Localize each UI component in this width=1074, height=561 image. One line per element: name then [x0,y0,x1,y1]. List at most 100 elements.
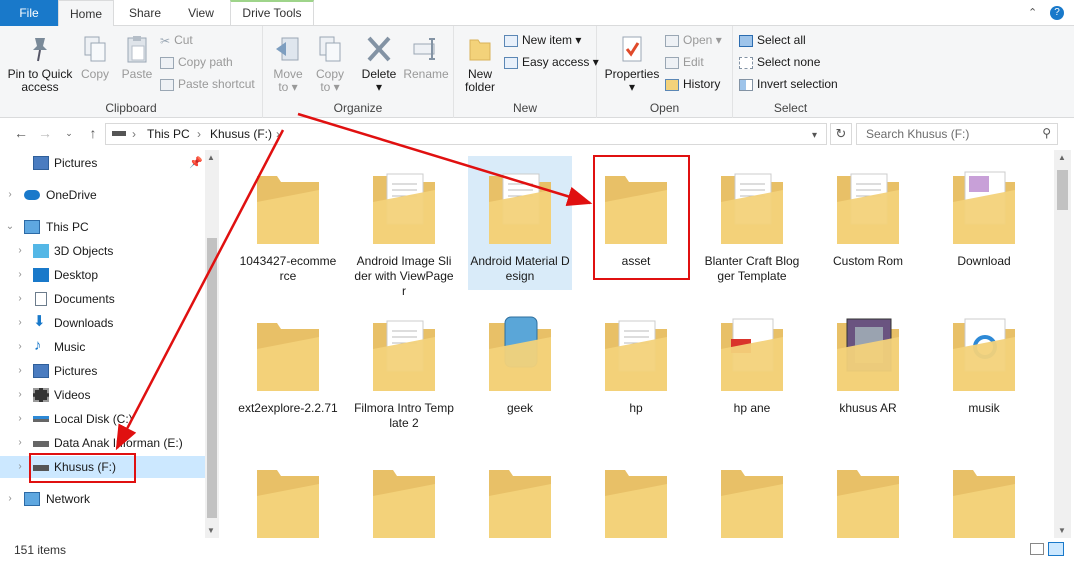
nav-item-3d-objects[interactable]: › 3D Objects [0,240,205,262]
search-box[interactable]: Search Khusus (F:) ⚲ [856,123,1058,145]
folder-icon [831,309,905,399]
expand-chevron-icon[interactable]: › [5,488,15,510]
cut-button[interactable]: ✂ Cut [160,30,193,50]
tab-share[interactable]: Share [118,0,172,26]
details-view-icon[interactable] [1030,543,1044,555]
content-scrollbar[interactable]: ▲ ▼ [1054,150,1071,538]
tab-drive-tools[interactable]: Drive Tools [230,0,314,26]
breadcrumb-drive[interactable]: Khusus (F:) [210,127,272,141]
expand-chevron-icon[interactable]: › [15,240,25,262]
tab-file[interactable]: File [0,0,58,26]
delete-button[interactable]: Delete ▾ [359,34,399,94]
file-tile-partial[interactable] [584,450,688,538]
file-tile[interactable]: Custom Rom [816,156,920,275]
back-arrow-icon[interactable]: ← [12,125,30,141]
nav-scrollbar[interactable]: ▲ ▼ [205,150,219,538]
nav-item-documents[interactable]: › Documents [0,288,205,310]
nav-item-pictures[interactable]: › Pictures [0,360,205,382]
file-tile[interactable]: ext2explore-2.2.71 [236,303,340,422]
expand-chevron-icon[interactable]: › [15,456,25,478]
copy-path-button[interactable]: Copy path [160,52,233,72]
expand-chevron-icon[interactable]: › [15,360,25,382]
new-folder-button[interactable]: New folder [460,34,500,94]
edit-button[interactable]: Edit [665,52,704,72]
nav-item-onedrive[interactable]: › OneDrive [0,184,205,206]
scroll-down-icon[interactable]: ▼ [207,526,215,535]
properties-button[interactable]: Properties ▾ [601,34,663,94]
large-icons-view-icon[interactable] [1048,542,1064,556]
pin-to-quick-access-button[interactable]: Pin to Quick access [4,34,76,94]
file-tile-partial[interactable] [352,450,456,538]
expand-chevron-icon[interactable]: › [15,384,25,406]
file-tile[interactable]: geek [468,303,572,422]
paste-shortcut-button[interactable]: Paste shortcut [160,74,255,94]
file-tile[interactable]: Blanter Craft Blogger Template [700,156,804,290]
file-tile[interactable]: hp [584,303,688,422]
paste-button[interactable]: Paste [118,34,156,81]
scroll-up-icon[interactable]: ▲ [207,153,215,162]
file-tile-partial[interactable] [932,450,1036,538]
file-tile-partial[interactable] [816,450,920,538]
file-tile[interactable]: musik [932,303,1036,422]
forward-arrow-icon[interactable]: → [36,125,54,141]
expand-chevron-icon[interactable]: › [15,288,25,310]
tab-view[interactable]: View [176,0,226,26]
easy-access-button[interactable]: Easy access ▾ [504,52,599,72]
scroll-down-icon[interactable]: ▼ [1058,526,1066,535]
pin-icon[interactable]: 📌 [189,152,203,174]
folder-icon [367,309,441,399]
open-label: Open [683,33,713,47]
address-bar[interactable]: › This PC › Khusus (F:) › [105,123,827,145]
move-to-button[interactable]: Move to ▾ [269,34,307,94]
nav-item-local-disk[interactable]: › Local Disk (C:) [0,408,205,430]
new-item-button[interactable]: New item ▾ [504,30,581,50]
file-tile-partial[interactable] [468,450,572,538]
nav-item-downloads[interactable]: › ⬇ Downloads [0,312,205,334]
expand-chevron-icon[interactable]: › [15,264,25,286]
scroll-up-icon[interactable]: ▲ [1058,153,1066,162]
select-all-button[interactable]: Select all [739,30,806,50]
tab-home[interactable]: Home [58,0,114,27]
nav-item-desktop[interactable]: › Desktop [0,264,205,286]
copy-to-button[interactable]: Copy to ▾ [311,34,349,94]
recent-locations-chevron-icon[interactable]: ⌄ [60,128,78,139]
nav-item-videos[interactable]: › Videos [0,384,205,406]
group-organize: Move to ▾ Copy to ▾ Delete ▾ Rename Organ… [263,26,454,118]
expand-chevron-icon[interactable]: › [15,432,25,454]
address-dropdown-icon[interactable]: ▾ [812,130,817,141]
nav-item-data-anak-informan[interactable]: › Data Anak Informan (E:) [0,432,205,454]
nav-item-this-pc[interactable]: ⌄ This PC [0,216,205,238]
file-tile[interactable]: Android Material Design [468,156,572,290]
help-icon[interactable]: ? [1050,6,1064,20]
copy-button[interactable]: Copy [78,34,112,81]
refresh-icon[interactable]: ↻ [830,123,852,145]
file-tile-partial[interactable] [700,450,804,538]
breadcrumb-this-pc[interactable]: This PC [147,127,190,141]
select-none-button[interactable]: Select none [739,52,820,72]
up-arrow-icon[interactable]: ↑ [84,125,102,141]
nav-label: Data Anak Informan (E:) [54,436,183,450]
minimize-ribbon-icon[interactable]: ⌃ [1028,6,1037,19]
file-tile[interactable]: Android Image Slider with ViewPager [352,156,456,305]
expand-chevron-icon[interactable]: › [5,184,15,206]
open-button[interactable]: Open ▾ [665,30,722,50]
invert-selection-button[interactable]: Invert selection [739,74,838,94]
nav-item-network[interactable]: › Network [0,488,205,510]
file-tile[interactable]: khusus AR [816,303,920,422]
expand-chevron-icon[interactable]: › [15,408,25,430]
file-tile[interactable]: Download [932,156,1036,275]
content-scrollbar-thumb[interactable] [1057,170,1068,210]
invert-selection-label: Invert selection [757,77,838,91]
file-tile[interactable]: hp ane [700,303,804,422]
collapse-chevron-icon[interactable]: ⌄ [5,216,15,238]
nav-scrollbar-thumb[interactable] [207,238,217,518]
nav-item-music[interactable]: › ♪ Music [0,336,205,358]
file-tile-partial[interactable] [236,450,340,538]
nav-item-pictures-pinned[interactable]: Pictures 📌 [0,152,205,174]
file-tile[interactable]: 1043427-ecommerce [236,156,340,290]
expand-chevron-icon[interactable]: › [15,336,25,358]
history-button[interactable]: History [665,74,720,94]
expand-chevron-icon[interactable]: › [15,312,25,334]
rename-button[interactable]: Rename [403,34,449,81]
file-tile[interactable]: Filmora Intro Template 2 [352,303,456,437]
